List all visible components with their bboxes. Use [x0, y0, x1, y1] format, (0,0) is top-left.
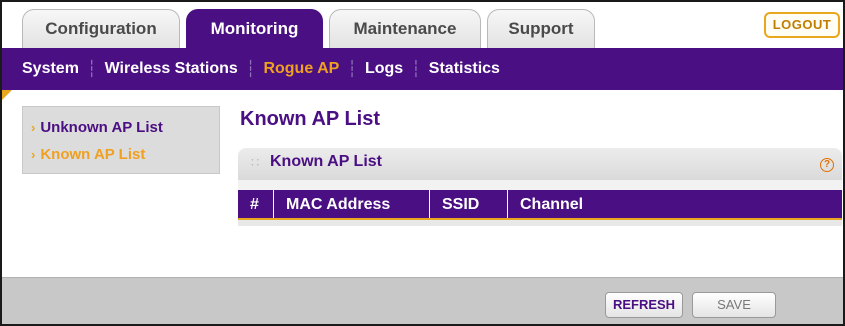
action-bar: REFRESH SAVE: [2, 277, 843, 324]
router-admin-window: Configuration Monitoring Maintenance Sup…: [0, 0, 845, 326]
subnav-wireless-stations[interactable]: Wireless Stations: [105, 60, 238, 78]
drag-handle-icon: ∷: [251, 155, 260, 170]
chevron-right-icon: ›: [31, 120, 36, 135]
subnav-system[interactable]: System: [22, 60, 79, 78]
subnav-rogue-ap[interactable]: Rogue AP: [263, 60, 339, 78]
tab-support[interactable]: Support: [487, 9, 595, 49]
panel-header: ∷ Known AP List ?: [238, 148, 842, 180]
subnav-separator: ┆: [245, 61, 256, 78]
subnav-separator: ┆: [347, 61, 357, 78]
subnav-separator: ┆: [411, 61, 421, 78]
subnav-corner-accent: [2, 90, 12, 100]
page-title: Known AP List: [240, 108, 380, 130]
tab-configuration[interactable]: Configuration: [22, 9, 180, 49]
column-header-ssid: SSID: [430, 190, 508, 218]
sidebar-item-known-ap-list[interactable]: › Known AP List: [31, 146, 145, 163]
main-tabs: Configuration Monitoring Maintenance Sup…: [22, 9, 601, 49]
sidebar-item-unknown-ap-list[interactable]: › Unknown AP List: [31, 119, 163, 136]
sidebar-item-label: Known AP List: [40, 146, 146, 163]
subnav-separator: ┆: [86, 61, 97, 78]
sidebar-item-label: Unknown AP List: [40, 119, 163, 136]
column-header-index: #: [238, 190, 274, 218]
panel-title: Known AP List: [270, 153, 382, 170]
chevron-right-icon: ›: [31, 147, 36, 162]
tab-monitoring[interactable]: Monitoring: [186, 9, 323, 49]
sub-navigation: System ┆ Wireless Stations ┆ Rogue AP ┆ …: [2, 48, 843, 90]
subnav-statistics[interactable]: Statistics: [429, 60, 500, 78]
panel-footer: [238, 220, 842, 226]
sidebar-menu: › Unknown AP List › Known AP List: [22, 106, 220, 174]
refresh-button[interactable]: REFRESH: [605, 292, 683, 318]
subnav-logs[interactable]: Logs: [365, 60, 403, 78]
column-header-mac-address: MAC Address: [274, 190, 430, 218]
tab-maintenance[interactable]: Maintenance: [329, 9, 481, 49]
logout-button[interactable]: LOGOUT: [764, 12, 840, 38]
help-icon[interactable]: ?: [820, 158, 834, 172]
panel-spacer: [238, 180, 842, 190]
known-ap-panel: ∷ Known AP List ? # MAC Address SSID Cha…: [238, 148, 842, 226]
known-ap-table-header: # MAC Address SSID Channel: [238, 190, 842, 220]
column-header-channel: Channel: [520, 196, 584, 213]
save-button[interactable]: SAVE: [692, 292, 776, 318]
